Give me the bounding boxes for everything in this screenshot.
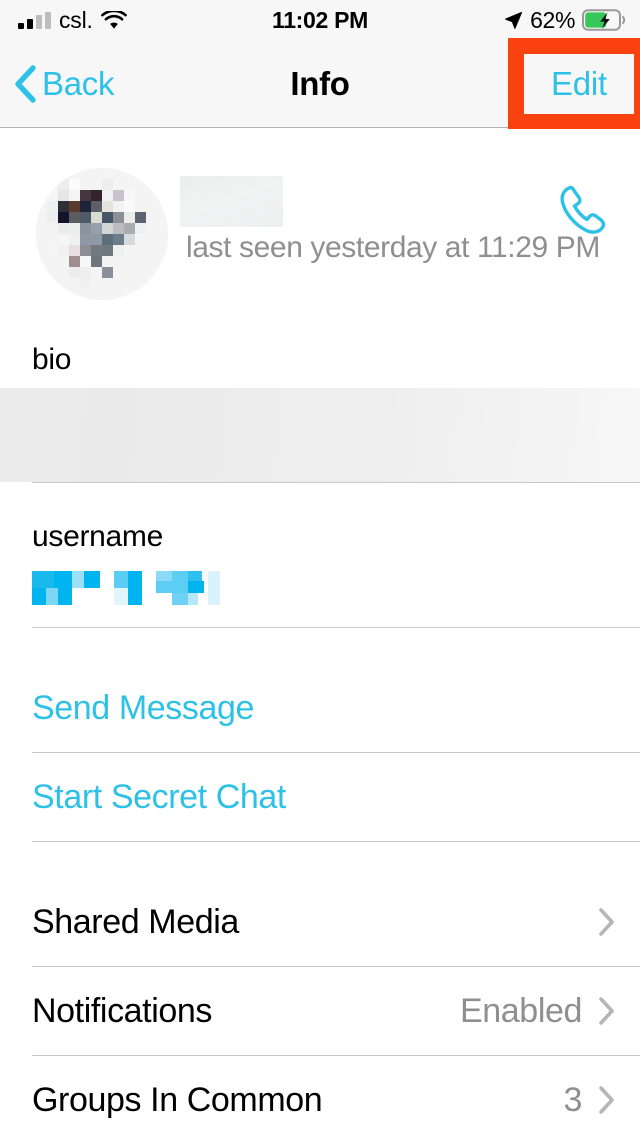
- chevron-right-icon: [598, 1085, 616, 1115]
- username-label: username: [32, 520, 164, 553]
- info-content: last seen yesterday at 11:29 PM bio user…: [0, 129, 640, 1136]
- groups-in-common-label: Groups In Common: [32, 1080, 323, 1119]
- chevron-right-icon: [598, 996, 616, 1026]
- shared-media-label: Shared Media: [32, 902, 239, 941]
- section-spacer: [0, 842, 640, 878]
- contact-last-seen-status: last seen yesterday at 11:29 PM: [186, 231, 600, 264]
- groups-in-common-count: 3: [563, 1080, 582, 1119]
- sidebar-item-groups-in-common[interactable]: Groups In Common 3: [0, 1056, 640, 1136]
- edit-button-container: Edit: [524, 54, 634, 114]
- location-arrow-icon: [504, 11, 523, 30]
- phone-call-icon[interactable]: [554, 181, 616, 239]
- username-value-redacted: [32, 571, 220, 605]
- contact-header: last seen yesterday at 11:29 PM: [0, 129, 640, 320]
- edit-button-highlight-annotation: Edit: [508, 38, 640, 129]
- username-field[interactable]: username: [0, 483, 640, 605]
- contact-avatar-pixelated[interactable]: [36, 168, 168, 300]
- sidebar-item-notifications[interactable]: Notifications Enabled: [0, 967, 640, 1055]
- bio-label: bio: [32, 343, 72, 376]
- notifications-value: Enabled: [460, 991, 582, 1030]
- status-bar-right: 62%: [504, 0, 626, 40]
- contact-name-redacted: [180, 176, 283, 227]
- battery-charging-icon: [582, 9, 626, 31]
- section-spacer: [0, 628, 640, 664]
- notifications-label: Notifications: [32, 991, 212, 1030]
- iphone-screen: csl. 11:02 PM 62% Back Info Edit last se…: [0, 0, 640, 1136]
- bio-value-redacted: [0, 388, 640, 482]
- send-message-button[interactable]: Send Message: [0, 664, 640, 752]
- sidebar-item-shared-media[interactable]: Shared Media: [0, 878, 640, 966]
- start-secret-chat-button[interactable]: Start Secret Chat: [0, 753, 640, 841]
- chevron-right-icon: [598, 907, 616, 937]
- status-bar: csl. 11:02 PM 62%: [0, 0, 640, 40]
- edit-button[interactable]: Edit: [551, 65, 607, 103]
- battery-percent-label: 62%: [530, 6, 575, 33]
- bio-field[interactable]: bio: [0, 320, 640, 482]
